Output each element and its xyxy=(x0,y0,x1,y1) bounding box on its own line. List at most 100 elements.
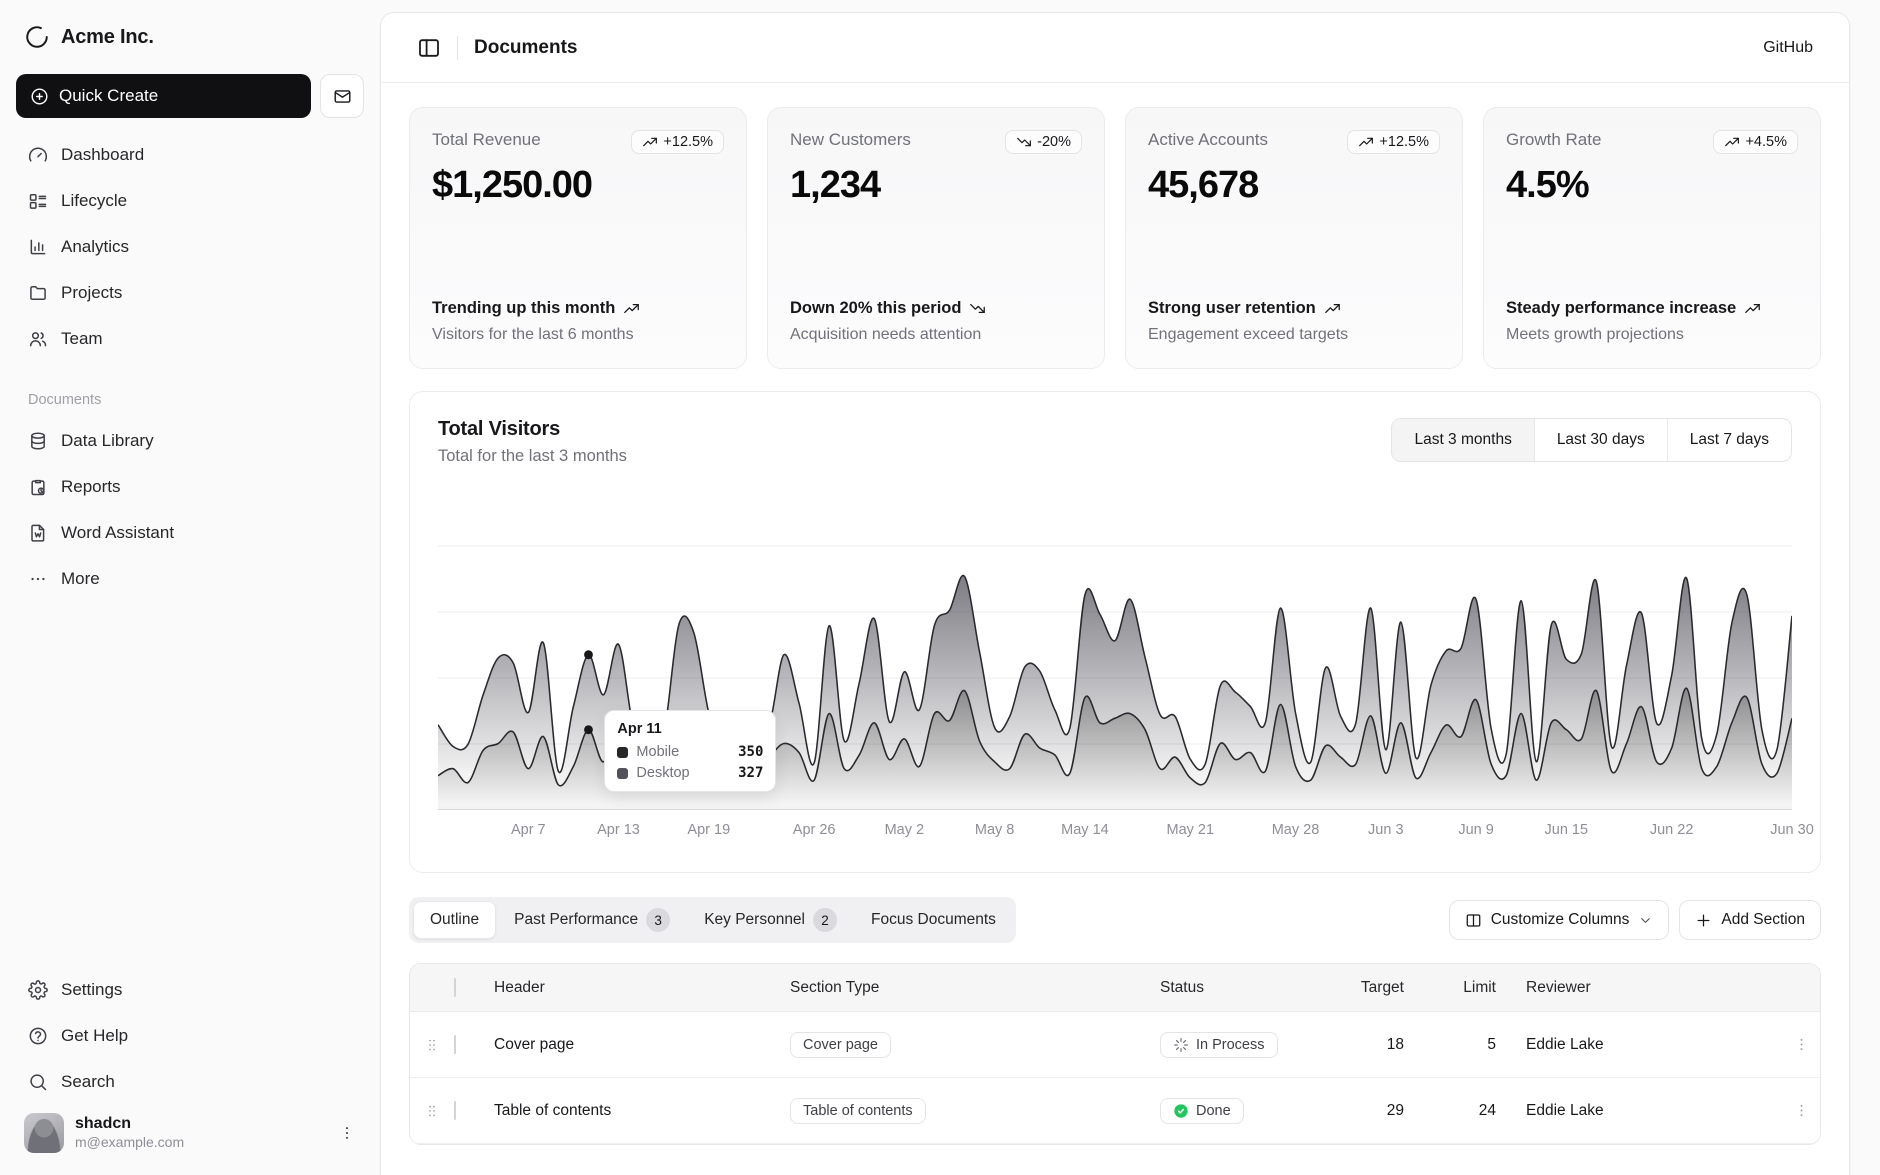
table-body: Cover page Cover page In Process 18 5 Ed… xyxy=(410,1012,1820,1144)
sidebar-item-analytics[interactable]: Analytics xyxy=(16,224,364,270)
row-menu-button[interactable] xyxy=(1782,1036,1820,1053)
sidebar-item-team[interactable]: Team xyxy=(16,316,364,362)
customize-columns-button[interactable]: Customize Columns xyxy=(1449,900,1670,940)
series-label: Desktop xyxy=(636,765,689,781)
avatar xyxy=(24,1113,64,1153)
trend-badge: +4.5% xyxy=(1713,130,1798,154)
gauge-icon xyxy=(28,145,48,165)
sidebar-item-lifecycle[interactable]: Lifecycle xyxy=(16,178,364,224)
row-checkbox[interactable] xyxy=(454,1101,456,1120)
row-header[interactable]: Cover page xyxy=(490,1036,786,1054)
trending-down-icon xyxy=(969,300,986,317)
logo-icon xyxy=(24,24,50,50)
brand-name: Acme Inc. xyxy=(61,26,154,49)
range-option-last-3-months[interactable]: Last 3 months xyxy=(1392,419,1534,461)
section-type-badge: Cover page xyxy=(790,1032,891,1058)
drag-handle[interactable] xyxy=(410,1103,454,1119)
sidebar-item-word-assistant[interactable]: Word Assistant xyxy=(16,510,364,556)
stat-card-value: 1,234 xyxy=(790,164,1082,207)
stat-footer-title: Trending up this month xyxy=(432,297,615,319)
dots-vertical-icon[interactable] xyxy=(338,1124,356,1142)
row-reviewer: Eddie Lake xyxy=(1522,1036,1782,1054)
file-word-icon xyxy=(28,523,48,543)
trending-up-icon xyxy=(642,134,658,150)
x-tick-apr-26: Apr 26 xyxy=(793,822,836,838)
loader-icon xyxy=(1173,1037,1189,1053)
range-toggle: Last 3 monthsLast 30 daysLast 7 days xyxy=(1391,418,1792,462)
tooltip-row: Desktop 327 xyxy=(617,765,763,781)
status-badge: Done xyxy=(1160,1098,1244,1124)
columns-icon xyxy=(1465,912,1482,929)
x-tick-jun-22: Jun 22 xyxy=(1650,822,1694,838)
x-tick-jun-9: Jun 9 xyxy=(1458,822,1493,838)
sidebar-item-more[interactable]: More xyxy=(16,556,364,602)
sidebar-item-get-help[interactable]: Get Help xyxy=(16,1013,364,1059)
users-icon xyxy=(28,329,48,349)
chart-bar-icon xyxy=(28,237,48,257)
table-row[interactable]: Table of contents Table of contents Done… xyxy=(410,1078,1820,1144)
tab-key-personnel[interactable]: Key Personnel 2 xyxy=(688,901,853,939)
row-checkbox[interactable] xyxy=(454,1035,456,1054)
stat-card-label: Growth Rate xyxy=(1506,130,1601,150)
range-option-last-7-days[interactable]: Last 7 days xyxy=(1668,419,1791,461)
trending-up-icon xyxy=(1744,300,1761,317)
sidebar-item-settings[interactable]: Settings xyxy=(16,967,364,1013)
drag-handle[interactable] xyxy=(410,1037,454,1053)
check-circle-icon xyxy=(1173,1103,1189,1119)
x-tick-apr-19: Apr 19 xyxy=(687,822,730,838)
user-menu[interactable]: shadcn m@example.com xyxy=(16,1105,364,1161)
stat-card-label: Active Accounts xyxy=(1148,130,1268,150)
github-link[interactable]: GitHub xyxy=(1763,39,1813,57)
row-menu-button[interactable] xyxy=(1782,1102,1820,1119)
dots-vertical-icon xyxy=(1793,1102,1810,1119)
col-target: Target xyxy=(1346,979,1430,997)
x-tick-jun-30: Jun 30 xyxy=(1770,822,1814,838)
col-status: Status xyxy=(1156,979,1346,997)
tooltip-row: Mobile 350 xyxy=(617,744,763,760)
select-all-checkbox[interactable] xyxy=(454,978,456,997)
col-section-type: Section Type xyxy=(786,979,1156,997)
visitors-area-chart[interactable]: Apr 11 Mobile 350 Desktop 327 xyxy=(438,498,1792,810)
grip-icon xyxy=(424,1103,440,1119)
trending-down-icon xyxy=(1016,134,1032,150)
x-tick-may-28: May 28 xyxy=(1272,822,1320,838)
trend-badge: +12.5% xyxy=(1347,130,1440,154)
grip-icon xyxy=(424,1037,440,1053)
quick-create-label: Quick Create xyxy=(59,86,158,106)
status-badge: In Process xyxy=(1160,1032,1278,1058)
sidebar-item-dashboard[interactable]: Dashboard xyxy=(16,132,364,178)
row-header[interactable]: Table of contents xyxy=(490,1102,786,1120)
x-tick-may-21: May 21 xyxy=(1167,822,1215,838)
tab-focus-documents[interactable]: Focus Documents xyxy=(855,901,1012,939)
sidebar-item-reports[interactable]: Reports xyxy=(16,464,364,510)
series-swatch xyxy=(617,768,628,779)
col-reviewer: Reviewer xyxy=(1522,979,1782,997)
tab-count-badge: 2 xyxy=(813,908,837,932)
gear-icon xyxy=(28,980,48,1000)
plus-icon xyxy=(1695,912,1712,929)
tab-past-performance[interactable]: Past Performance 3 xyxy=(498,901,686,939)
stat-footer-subtitle: Visitors for the last 6 months xyxy=(432,326,724,344)
add-section-button[interactable]: Add Section xyxy=(1679,900,1821,940)
brand[interactable]: Acme Inc. xyxy=(16,18,364,56)
inbox-button[interactable] xyxy=(320,74,364,118)
sidebar-item-projects[interactable]: Projects xyxy=(16,270,364,316)
mail-icon xyxy=(333,87,352,106)
sidebar-item-data-library[interactable]: Data Library xyxy=(16,418,364,464)
x-tick-jun-3: Jun 3 xyxy=(1368,822,1403,838)
tab-outline[interactable]: Outline xyxy=(413,901,496,939)
x-tick-apr-13: Apr 13 xyxy=(597,822,640,838)
stat-card-growth-rate: Growth Rate +4.5% 4.5% Steady performanc… xyxy=(1483,107,1821,369)
panel-left-icon[interactable] xyxy=(417,36,441,60)
topbar-divider xyxy=(457,36,458,60)
stat-footer-subtitle: Acquisition needs attention xyxy=(790,326,1082,344)
sidebar-item-search[interactable]: Search xyxy=(16,1059,364,1105)
table-row[interactable]: Cover page Cover page In Process 18 5 Ed… xyxy=(410,1012,1820,1078)
quick-create-button[interactable]: Quick Create xyxy=(16,74,311,118)
row-target: 29 xyxy=(1346,1102,1430,1120)
sidebar-group-label: Documents xyxy=(28,392,364,408)
range-option-last-30-days[interactable]: Last 30 days xyxy=(1535,419,1668,461)
stat-footer-title: Steady performance increase xyxy=(1506,297,1736,319)
stat-footer-title: Down 20% this period xyxy=(790,297,961,319)
user-name: shadcn xyxy=(75,1114,327,1134)
